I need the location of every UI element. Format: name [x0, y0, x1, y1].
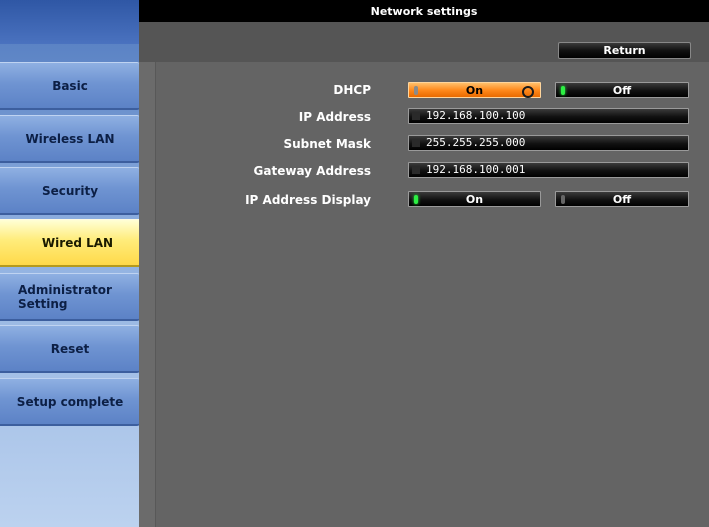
ip-address-display-on-button[interactable]: On: [408, 191, 541, 207]
ip-address-display-off-button[interactable]: Off: [555, 191, 689, 207]
network-settings-screen: Basic Wireless LAN Security Wired LAN Ad…: [0, 0, 709, 527]
sidebar-item-label: Reset: [50, 341, 90, 356]
sidebar-item-label: Wireless LAN: [25, 131, 115, 146]
return-button[interactable]: Return: [558, 42, 691, 59]
ip-address-field[interactable]: 192.168.100.100: [408, 108, 689, 124]
dhcp-on-button[interactable]: On: [408, 82, 541, 98]
sidebar-item-security[interactable]: Security: [0, 167, 154, 219]
sidebar: Basic Wireless LAN Security Wired LAN Ad…: [0, 0, 155, 527]
sidebar-item-wired-lan[interactable]: Wired LAN: [0, 219, 155, 267]
dhcp-off-button[interactable]: Off: [555, 82, 689, 98]
selection-ring-icon: [522, 86, 534, 98]
green-led-icon: [561, 86, 565, 95]
gateway-address-label: Gateway Address: [253, 164, 371, 178]
page-title: Network settings: [370, 4, 478, 18]
title-bar: Network settings: [139, 0, 709, 22]
sidebar-item-label: Setup complete: [16, 394, 124, 409]
gateway-address-field[interactable]: 192.168.100.001: [408, 162, 689, 178]
sidebar-item-wireless-lan[interactable]: Wireless LAN: [0, 115, 154, 167]
ip-address-label: IP Address: [298, 110, 371, 124]
dhcp-label: DHCP: [333, 83, 371, 97]
sidebar-item-basic[interactable]: Basic: [0, 62, 154, 114]
settings-panel: [155, 62, 709, 527]
sidebar-item-label: Basic: [52, 78, 88, 93]
sidebar-item-label: Wired LAN: [41, 235, 114, 250]
dhcp-off-label: Off: [612, 83, 632, 97]
sidebar-item-label: Security: [41, 183, 99, 198]
grey-led-icon: [414, 86, 418, 95]
ip-address-display-off-label: Off: [612, 192, 632, 206]
subnet-mask-field[interactable]: 255.255.255.000: [408, 135, 689, 151]
return-button-label: Return: [603, 44, 646, 57]
ip-address-display-on-label: On: [465, 192, 484, 206]
dhcp-on-label: On: [465, 83, 484, 97]
grey-led-icon: [561, 195, 565, 204]
subnet-mask-label: Subnet Mask: [283, 137, 371, 151]
sidebar-item-label: Administrator Setting: [18, 282, 112, 311]
sidebar-item-setup-complete[interactable]: Setup complete: [0, 378, 154, 430]
main-area: Network settings Return DHCP On Off IP A…: [139, 0, 709, 527]
ip-address-display-label: IP Address Display: [245, 193, 371, 207]
green-led-icon: [414, 195, 418, 204]
sidebar-item-administrator-setting[interactable]: Administrator Setting: [0, 273, 154, 325]
sidebar-item-reset[interactable]: Reset: [0, 325, 154, 377]
